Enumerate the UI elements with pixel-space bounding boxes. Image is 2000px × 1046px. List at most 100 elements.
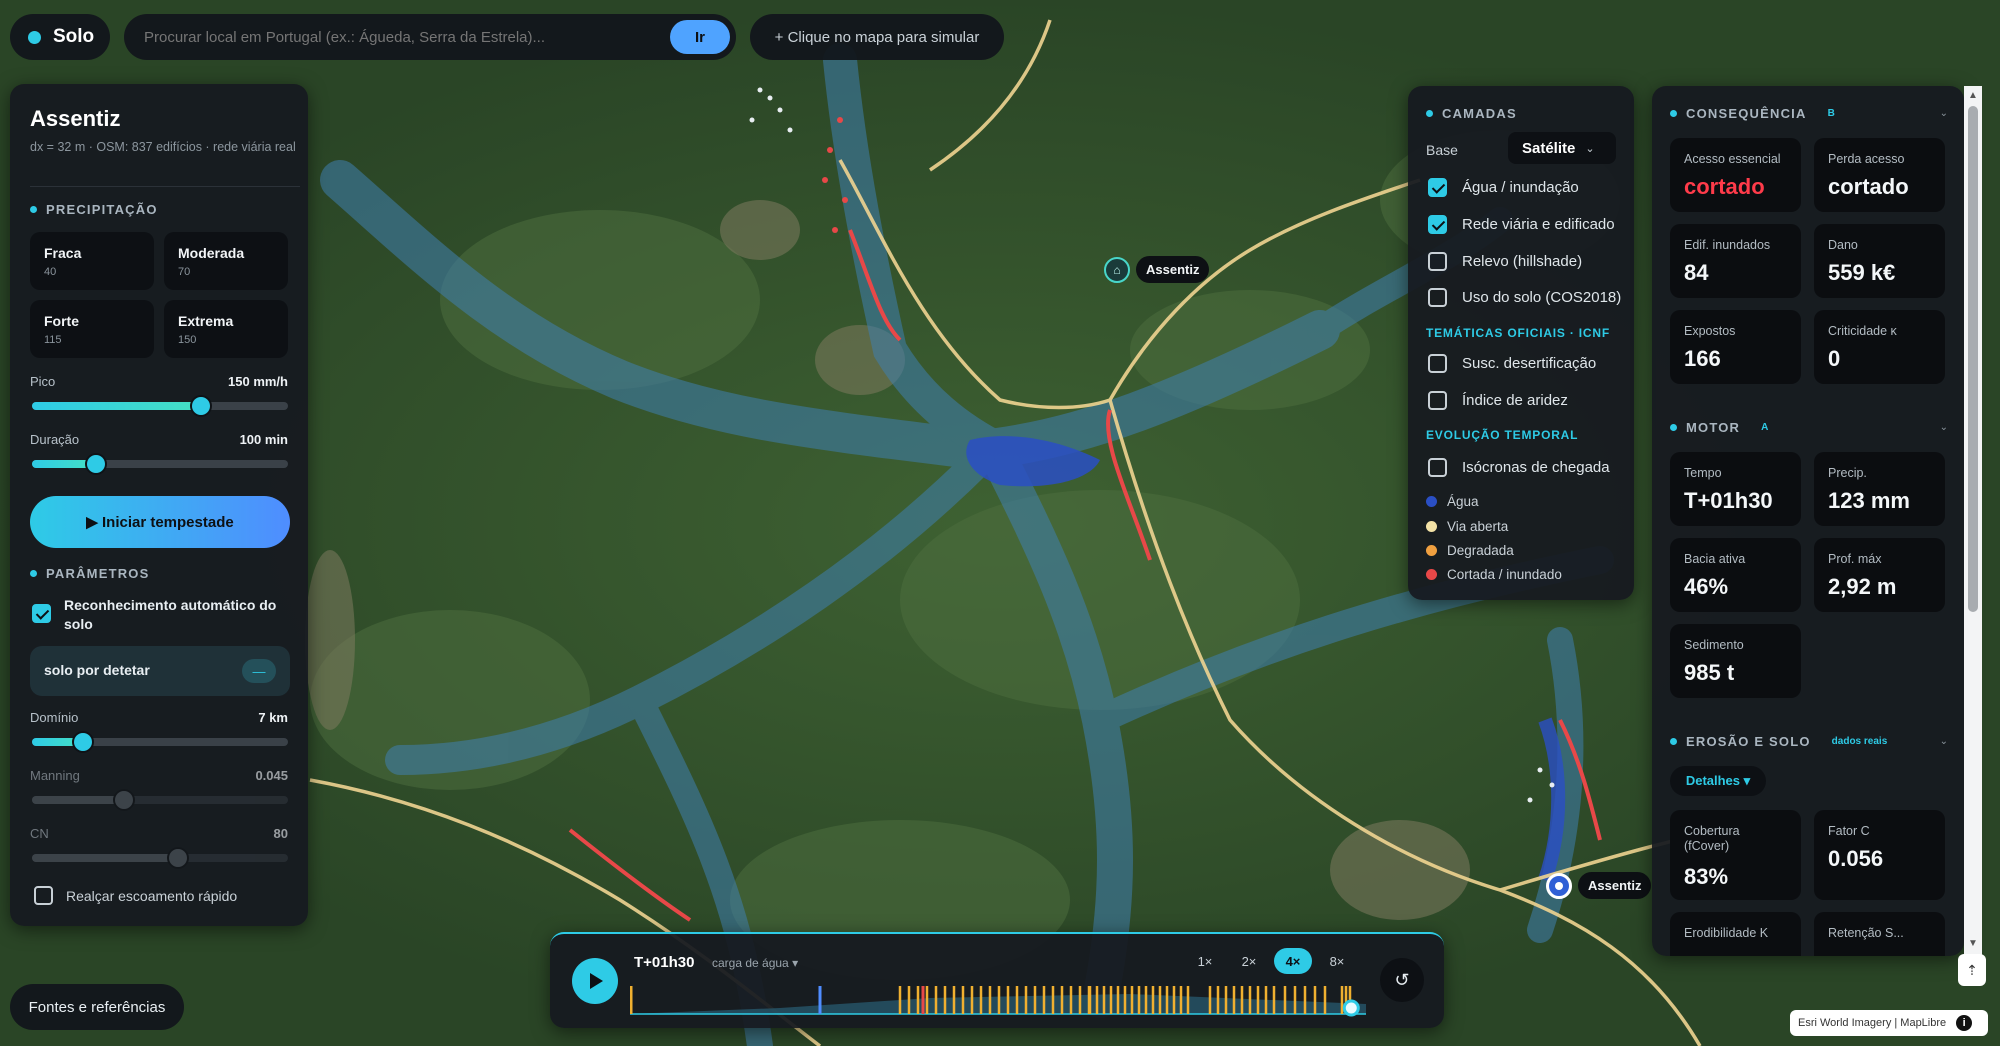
manning-label: Manning <box>30 768 80 783</box>
marker-label: Assentiz <box>1136 256 1210 283</box>
preset-moderada[interactable]: Moderada 70 <box>164 232 288 290</box>
right-panel-scrollbar[interactable]: ▲ ▼ <box>1964 86 1982 956</box>
preset-forte[interactable]: Forte 115 <box>30 300 154 358</box>
collapse-consequence-icon[interactable]: ⌄ <box>1940 108 1948 119</box>
timeline-time: T+01h30 <box>634 954 695 971</box>
card-exposed: Expostos 166 <box>1670 310 1801 384</box>
play-icon <box>590 973 603 989</box>
fast-runoff-checkbox[interactable] <box>34 886 53 905</box>
speed-1x[interactable]: 1× <box>1186 948 1224 974</box>
card-fcover: Cobertura (fCover) 83% <box>1670 810 1801 900</box>
precip-section-title: PRECIPITAÇÃO <box>30 202 158 217</box>
speed-8x[interactable]: 8× <box>1318 948 1356 974</box>
north-arrow-icon[interactable]: ⇡ <box>1958 954 1986 986</box>
desertification-checkbox[interactable] <box>1428 354 1447 373</box>
soil-toggle-button[interactable]: — <box>242 659 276 683</box>
speed-2x[interactable]: 2× <box>1230 948 1268 974</box>
card-access-loss: Perda acesso cortado <box>1814 138 1945 212</box>
search-go-button[interactable]: Ir <box>670 20 730 54</box>
scroll-thumb[interactable] <box>1968 106 1978 612</box>
timeline-mode-select[interactable]: carga de água ▾ <box>712 956 798 970</box>
layer-relief-label: Relevo (hillshade) <box>1462 253 1583 270</box>
search-input[interactable] <box>144 22 664 52</box>
aridity-checkbox[interactable] <box>1428 391 1447 410</box>
collapse-erosion-icon[interactable]: ⌄ <box>1940 736 1948 747</box>
start-storm-button[interactable]: ▶ Iniciar tempestade <box>30 496 290 548</box>
legend-degraded: Degradada <box>1426 543 1514 558</box>
chevron-down-icon: ⌄ <box>1585 142 1595 155</box>
preset-fraca[interactable]: Fraca 40 <box>30 232 154 290</box>
legend-swatch <box>1426 545 1437 556</box>
base-select[interactable]: Satélite ⌄ <box>1508 132 1616 164</box>
location-subtitle: dx = 32 m · OSM: 837 edifícios · rede vi… <box>30 140 296 154</box>
isochrones-label: Isócronas de chegada <box>1462 459 1610 476</box>
timeline-panel: T+01h30 carga de água ▾ 1× 2× 4× 8× ↺ <box>550 932 1444 1028</box>
speed-selector: 1× 2× 4× 8× <box>1186 948 1362 974</box>
right-panel: CONSEQUÊNCIA B ⌄ Acesso essencial cortado … <box>1652 86 1964 956</box>
map-marker-assentiz-1[interactable]: ⌂ Assentiz <box>1104 256 1210 283</box>
brand-pill[interactable]: Solo <box>10 14 110 60</box>
layer-relief-checkbox[interactable] <box>1428 252 1447 271</box>
duracao-slider[interactable] <box>32 455 288 473</box>
motor-title: MOTOR A <box>1670 420 1768 435</box>
details-button[interactable]: Detalhes ▾ <box>1670 766 1766 796</box>
auto-soil-label: Reconhecimento automático do solo <box>64 597 277 632</box>
legend-swatch <box>1426 496 1437 507</box>
layer-roads-label: Rede viária e edificado <box>1462 216 1615 233</box>
card-time: Tempo T+01h30 <box>1670 452 1801 526</box>
card-max-depth: Prof. máx 2,92 m <box>1814 538 1945 612</box>
collapse-motor-icon[interactable]: ⌄ <box>1940 422 1948 433</box>
timeline-playhead[interactable] <box>1342 999 1360 1017</box>
play-button[interactable] <box>572 958 618 1004</box>
layer-roads-checkbox[interactable] <box>1428 215 1447 234</box>
desertification-label: Susc. desertificação <box>1462 355 1597 372</box>
base-label: Base <box>1426 142 1458 158</box>
dominio-label: Domínio <box>30 710 79 725</box>
timeline-track[interactable] <box>630 978 1366 1018</box>
card-active-basin: Bacia ativa 46% <box>1670 538 1801 612</box>
search-bar: Ir <box>124 14 736 60</box>
layer-water-label: Água / inundação <box>1462 179 1579 196</box>
location-marker-icon[interactable] <box>1546 872 1572 899</box>
fast-runoff-label: Realçar escoamento rápido <box>66 888 238 904</box>
scroll-up-arrow-icon[interactable]: ▲ <box>1968 90 1978 101</box>
legend-open-road: Via aberta <box>1426 519 1508 534</box>
aridity-label: Índice de aridez <box>1462 392 1568 409</box>
info-icon[interactable]: i <box>1956 1015 1973 1031</box>
temporal-title: EVOLUÇÃO TEMPORAL <box>1426 428 1579 442</box>
map-marker-assentiz-2[interactable]: Assentiz <box>1546 872 1652 899</box>
soil-status-box: solo por detetar — <box>30 646 290 696</box>
layer-landuse-label: Uso do solo (COS2018) <box>1462 289 1622 306</box>
erosion-title: EROSÃO E SOLO dados reais <box>1670 734 1887 749</box>
card-flooded-buildings: Edif. inundados 84 <box>1670 224 1801 298</box>
attribution: Esri World Imagery | MapLibre i <box>1790 1010 1988 1036</box>
pico-label: Pico <box>30 374 56 389</box>
layer-water-checkbox[interactable] <box>1428 178 1447 197</box>
reset-button[interactable]: ↺ <box>1380 958 1424 1002</box>
card-criticality: Criticidade κ0 <box>1814 310 1945 384</box>
legend-swatch <box>1426 521 1437 532</box>
params-section-title: PARÂMETROS <box>30 566 149 581</box>
auto-soil-checkbox[interactable] <box>32 604 51 623</box>
isochrones-checkbox[interactable] <box>1428 458 1447 477</box>
legend-swatch <box>1426 569 1437 580</box>
dominio-slider[interactable] <box>32 733 288 751</box>
preset-extrema[interactable]: Extrema 150 <box>164 300 288 358</box>
card-damage: Dano 559 k€ <box>1814 224 1945 298</box>
pico-slider[interactable] <box>32 397 288 415</box>
duracao-value: 100 min <box>239 432 288 447</box>
sources-button[interactable]: Fontes e referências <box>10 984 184 1030</box>
home-marker-icon[interactable]: ⌂ <box>1104 256 1130 283</box>
card-sediment: Sedimento 985 t <box>1670 624 1801 698</box>
scroll-down-arrow-icon[interactable]: ▼ <box>1968 938 1978 949</box>
consequence-title: CONSEQUÊNCIA B <box>1670 106 1835 121</box>
duracao-label: Duração <box>30 432 80 447</box>
simulate-hint-button[interactable]: + Clique no mapa para simular <box>750 14 1004 60</box>
manning-slider[interactable] <box>32 791 288 809</box>
speed-4x[interactable]: 4× <box>1274 948 1312 974</box>
layer-landuse-checkbox[interactable] <box>1428 288 1447 307</box>
marker-label: Assentiz <box>1578 872 1652 899</box>
brand-name: Solo <box>53 26 95 47</box>
pico-value: 150 mm/h <box>228 374 288 389</box>
cn-slider[interactable] <box>32 849 288 867</box>
